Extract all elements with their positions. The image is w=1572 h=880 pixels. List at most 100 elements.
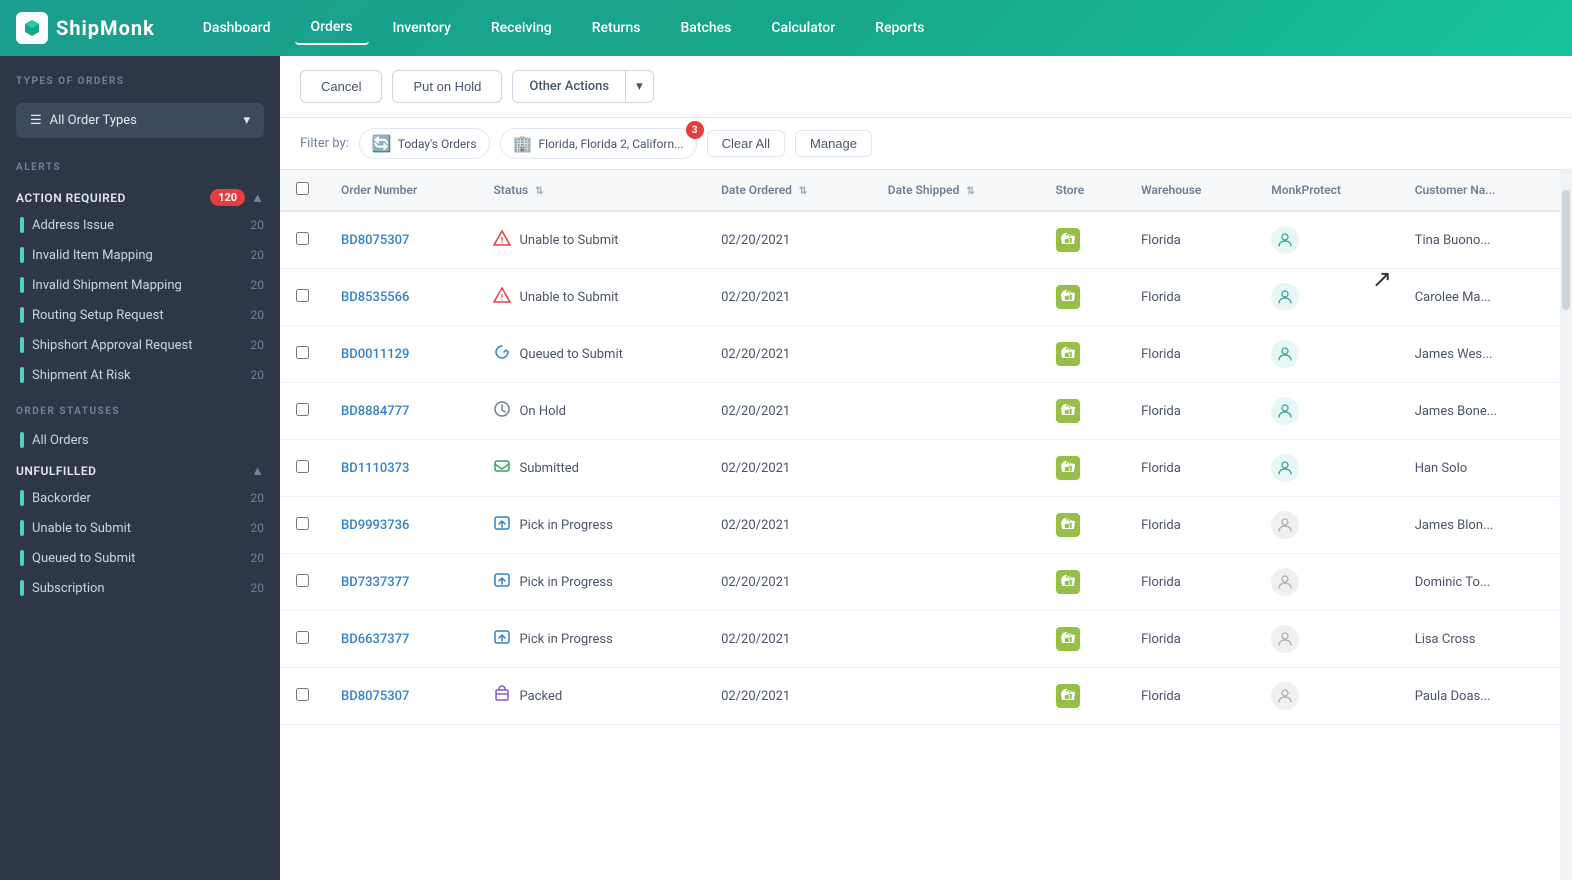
nav-returns[interactable]: Returns <box>576 12 657 44</box>
sidebar-label: Address Issue <box>32 218 114 233</box>
nav-receiving[interactable]: Receiving <box>475 12 568 44</box>
nav-orders[interactable]: Orders <box>295 11 369 45</box>
filter-chip-location-label: Florida, Florida 2, Californ... <box>538 137 683 151</box>
dot-indicator <box>20 367 24 383</box>
order-number-link[interactable]: BD0011129 <box>341 347 409 362</box>
row-checkbox[interactable] <box>296 346 309 359</box>
date-shipped <box>872 326 1040 383</box>
row-checkbox[interactable] <box>296 688 309 701</box>
sidebar-item-invalid-shipment[interactable]: Invalid Shipment Mapping 20 <box>0 270 280 300</box>
date-ordered: 02/20/2021 <box>705 269 872 326</box>
customer-name: Dominic To... <box>1399 554 1560 611</box>
clear-all-button[interactable]: Clear All <box>707 130 785 157</box>
row-checkbox[interactable] <box>296 289 309 302</box>
col-status: Status ⇅ <box>477 170 705 211</box>
order-number-link[interactable]: BD1110373 <box>341 461 409 476</box>
nav-dashboard[interactable]: Dashboard <box>187 12 287 44</box>
filter-chip-badge: 3 <box>686 121 704 139</box>
date-shipped <box>872 383 1040 440</box>
sort-icon[interactable]: ⇅ <box>535 186 543 197</box>
warehouse: Florida <box>1125 611 1255 668</box>
scrollbar-thumb[interactable] <box>1562 190 1570 310</box>
date-shipped <box>872 269 1040 326</box>
put-on-hold-button[interactable]: Put on Hold <box>392 70 502 103</box>
row-checkbox[interactable] <box>296 460 309 473</box>
scrollbar[interactable] <box>1560 170 1572 880</box>
col-customer-name: Customer Na... <box>1399 170 1560 211</box>
chevron-down-icon: ▾ <box>243 113 250 128</box>
collapse-icon[interactable]: ▲ <box>251 463 264 479</box>
nav-inventory[interactable]: Inventory <box>377 12 467 44</box>
sidebar-label: Subscription <box>32 581 105 596</box>
sidebar-count: 20 <box>251 521 265 535</box>
sort-icon[interactable]: ⇅ <box>799 186 807 197</box>
order-number-link[interactable]: BD8884777 <box>341 404 409 419</box>
warehouse-icon: 🏢 <box>513 134 533 153</box>
order-number-link[interactable]: BD8075307 <box>341 689 409 704</box>
other-actions-label[interactable]: Other Actions <box>513 71 626 102</box>
other-actions-dropdown[interactable]: Other Actions ▾ <box>512 70 653 103</box>
sidebar-count: 20 <box>251 308 265 322</box>
sidebar-item-all-orders[interactable]: All Orders <box>0 425 280 455</box>
action-required-title: ACTION REQUIRED <box>16 191 126 205</box>
status-label: Pick in Progress <box>519 575 612 590</box>
sort-icon[interactable]: ⇅ <box>966 186 974 197</box>
status-cell: ! Unable to Submit <box>493 286 689 308</box>
filter-chip-location[interactable]: 🏢 Florida, Florida 2, Californ... 3 <box>500 128 697 159</box>
table-row: BD6637377 Pick in Progress 02/20/2021 Fl… <box>280 611 1560 668</box>
nav-batches[interactable]: Batches <box>664 12 747 44</box>
status-icon <box>493 571 511 593</box>
store-icon <box>1040 668 1126 725</box>
date-shipped <box>872 668 1040 725</box>
order-number-link[interactable]: BD7337377 <box>341 575 409 590</box>
sidebar-item-unable-submit[interactable]: Unable to Submit 20 <box>0 513 280 543</box>
nav-reports[interactable]: Reports <box>859 12 940 44</box>
manage-button[interactable]: Manage <box>795 130 872 157</box>
sidebar-label: All Orders <box>32 433 89 448</box>
sidebar-item-invalid-item[interactable]: Invalid Item Mapping 20 <box>0 240 280 270</box>
order-number-link[interactable]: BD8535566 <box>341 290 409 305</box>
sidebar-count: 20 <box>251 551 265 565</box>
row-checkbox[interactable] <box>296 403 309 416</box>
sidebar-count: 20 <box>251 218 265 232</box>
row-checkbox[interactable] <box>296 574 309 587</box>
order-number-link[interactable]: BD8075307 <box>341 233 409 248</box>
store-icon <box>1040 440 1126 497</box>
table-row: BD9993736 Pick in Progress 02/20/2021 Fl… <box>280 497 1560 554</box>
nav-calculator[interactable]: Calculator <box>755 12 851 44</box>
date-ordered: 02/20/2021 <box>705 611 872 668</box>
status-label: Submitted <box>519 461 578 476</box>
types-title: TYPES OF ORDERS <box>0 56 280 95</box>
col-monkprotect: MonkProtect <box>1255 170 1398 211</box>
row-checkbox[interactable] <box>296 232 309 245</box>
table-row: BD1110373 Submitted 02/20/2021 Florida H… <box>280 440 1560 497</box>
cancel-button[interactable]: Cancel <box>300 70 382 103</box>
order-type-selector[interactable]: ☰ All Order Types ▾ <box>16 103 264 138</box>
date-ordered: 02/20/2021 <box>705 497 872 554</box>
other-actions-arrow-icon[interactable]: ▾ <box>626 71 653 102</box>
sidebar-item-shipment-risk[interactable]: Shipment At Risk 20 <box>0 360 280 390</box>
filter-chip-today[interactable]: 🔄 Today's Orders <box>359 128 490 159</box>
order-number-link[interactable]: BD6637377 <box>341 632 409 647</box>
sidebar-item-address-issue[interactable]: Address Issue 20 <box>0 210 280 240</box>
status-icon <box>493 457 511 479</box>
select-all-checkbox[interactable] <box>296 182 309 195</box>
dot-indicator <box>20 550 24 566</box>
row-checkbox[interactable] <box>296 517 309 530</box>
warehouse: Florida <box>1125 497 1255 554</box>
sidebar-item-backorder[interactable]: Backorder 20 <box>0 483 280 513</box>
sidebar: TYPES OF ORDERS ☰ All Order Types ▾ ALER… <box>0 56 280 880</box>
sidebar-item-subscription[interactable]: Subscription 20 <box>0 573 280 603</box>
alerts-title: ALERTS <box>16 162 61 173</box>
sidebar-count: 20 <box>251 491 265 505</box>
order-number-link[interactable]: BD9993736 <box>341 518 409 533</box>
sidebar-count: 20 <box>251 248 265 262</box>
collapse-icon[interactable]: ▲ <box>251 190 264 206</box>
sidebar-item-shipshort[interactable]: Shipshort Approval Request 20 <box>0 330 280 360</box>
row-checkbox[interactable] <box>296 631 309 644</box>
sidebar-label: Invalid Item Mapping <box>32 248 153 263</box>
sidebar-label: Invalid Shipment Mapping <box>32 278 182 293</box>
warehouse: Florida <box>1125 440 1255 497</box>
sidebar-item-queued-submit[interactable]: Queued to Submit 20 <box>0 543 280 573</box>
sidebar-item-routing[interactable]: Routing Setup Request 20 <box>0 300 280 330</box>
